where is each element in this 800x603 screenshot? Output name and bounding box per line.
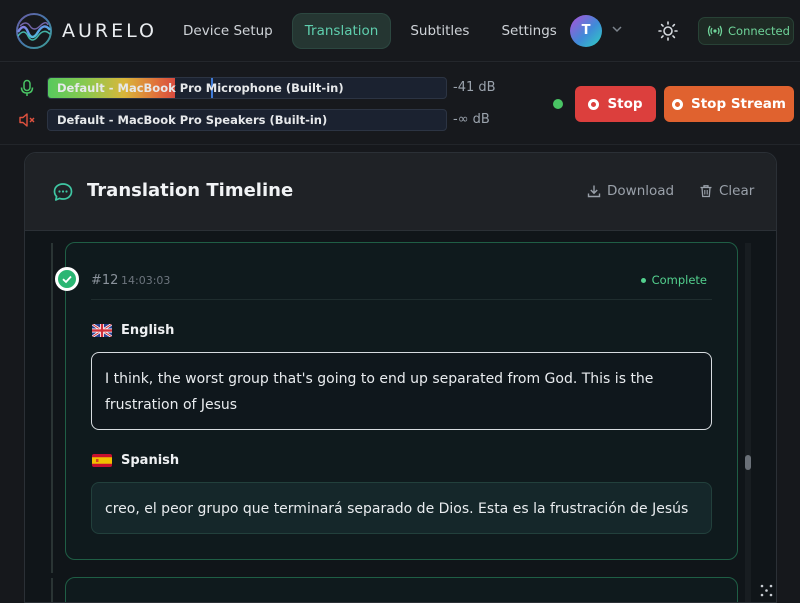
output-device-label: Default - MacBook Pro Speakers (Built-in…	[57, 113, 328, 127]
nav-tab-settings[interactable]: Settings	[488, 13, 569, 49]
input-level-db: -41 dB	[453, 80, 496, 95]
output-device-select[interactable]: Default - MacBook Pro Speakers (Built-in…	[47, 109, 447, 131]
chevron-down-icon[interactable]	[611, 23, 623, 35]
clear-button[interactable]: Clear	[699, 183, 754, 199]
app-name: AURELO	[62, 20, 157, 42]
aurelo-logo-icon	[16, 13, 52, 49]
entry-status-label: Complete	[651, 273, 707, 287]
spain-flag-icon	[92, 454, 112, 467]
connection-status: Connected	[698, 17, 794, 45]
input-device-select[interactable]: Default - MacBook Pro Microphone (Built-…	[47, 77, 447, 99]
translated-text[interactable]: creo, el peor grupo que terminará separa…	[91, 482, 712, 534]
timeline-rail	[51, 578, 53, 602]
record-icon	[588, 98, 600, 110]
entry-timestamp: 14:03:03	[121, 274, 171, 287]
entry-status-badge: Complete	[640, 273, 707, 287]
stop-stream-button-label: Stop Stream	[691, 96, 786, 112]
source-language-label: English	[121, 323, 175, 338]
entry-divider	[91, 299, 712, 300]
entry-number: #12	[91, 273, 119, 288]
download-button[interactable]: Download	[587, 183, 674, 199]
nav-tab-subtitles[interactable]: Subtitles	[397, 13, 482, 49]
download-label: Download	[607, 183, 675, 199]
main-nav: Device Setup Translation Subtitles Setti…	[170, 13, 576, 49]
timeline-entry: #12 14:03:03 Complete English I think, t…	[65, 242, 738, 560]
resize-grip-icon[interactable]	[757, 580, 777, 600]
input-device-label: Default - MacBook Pro Microphone (Built-…	[57, 81, 344, 95]
check-icon	[55, 267, 79, 291]
target-language: Spanish	[92, 453, 179, 468]
timeline-header: Translation Timeline Download Clear	[25, 153, 776, 231]
stop-button[interactable]: Stop	[575, 86, 656, 122]
scrollbar-track[interactable]	[745, 243, 751, 602]
stop-button-label: Stop	[607, 96, 643, 112]
microphone-icon[interactable]	[18, 79, 36, 97]
top-bar: AURELO Device Setup Translation Subtitle…	[0, 0, 800, 62]
nav-tab-translation[interactable]: Translation	[291, 13, 392, 49]
chat-bubble-icon	[53, 183, 73, 201]
sun-icon[interactable]	[657, 20, 679, 42]
live-status-dot	[553, 99, 563, 109]
app-logo[interactable]: AURELO	[14, 12, 157, 50]
clear-label: Clear	[719, 183, 755, 199]
record-icon	[672, 98, 683, 110]
uk-flag-icon	[92, 324, 112, 337]
source-text[interactable]: I think, the worst group that's going to…	[91, 352, 712, 430]
scrollbar-thumb[interactable]	[745, 455, 751, 470]
status-dot-icon	[640, 277, 646, 283]
connection-label: Connected	[728, 24, 790, 38]
translation-timeline-card: Translation Timeline Download Clear #12 …	[24, 152, 777, 603]
timeline-rail	[51, 243, 53, 573]
device-bar: Default - MacBook Pro Microphone (Built-…	[0, 63, 800, 145]
speaker-muted-icon[interactable]	[18, 111, 36, 129]
user-avatar[interactable]: T	[570, 15, 602, 47]
broadcast-icon	[707, 25, 723, 37]
output-level-db: -∞ dB	[453, 112, 490, 127]
stop-stream-button[interactable]: Stop Stream	[664, 86, 794, 122]
source-language: English	[92, 323, 174, 338]
trash-icon	[700, 185, 712, 198]
timeline-title: Translation Timeline	[87, 180, 294, 201]
nav-tab-device-setup[interactable]: Device Setup	[170, 13, 286, 49]
download-icon	[587, 185, 601, 198]
timeline-entry	[65, 577, 738, 602]
target-language-label: Spanish	[121, 453, 180, 468]
